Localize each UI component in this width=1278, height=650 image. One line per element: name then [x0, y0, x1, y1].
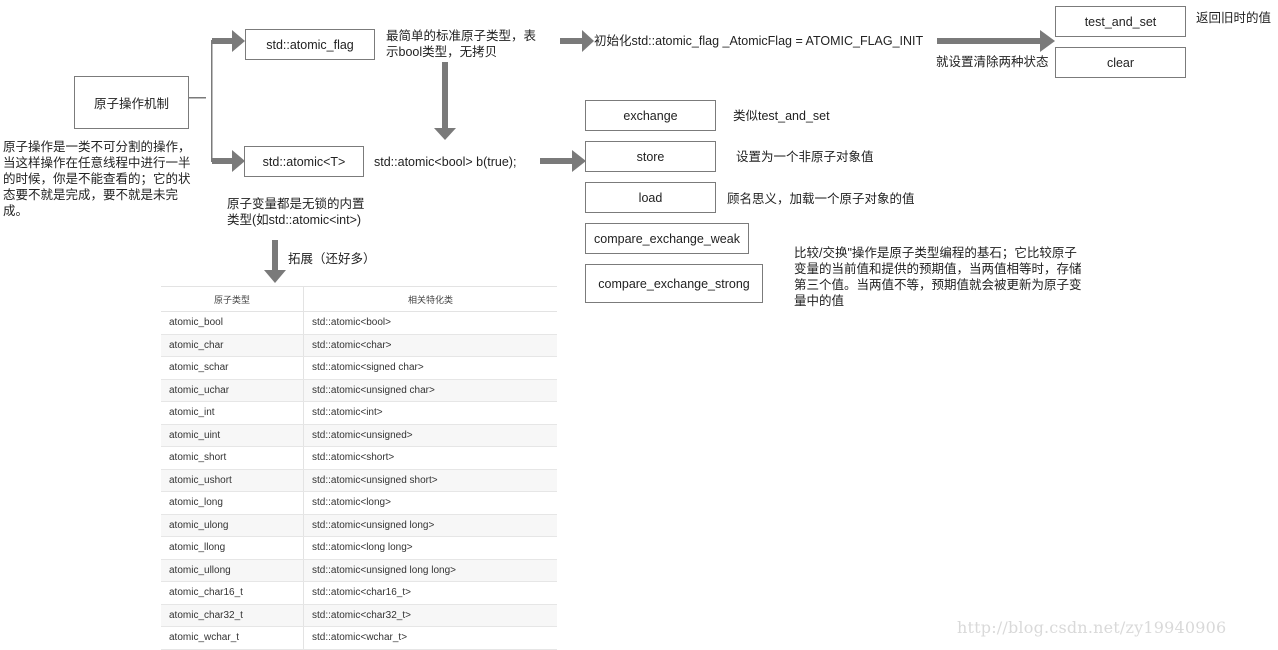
specialization-cell: std::atomic<unsigned char> [303, 379, 557, 402]
table-row: atomic_uint std::atomic<unsigned> [161, 424, 557, 447]
atomic-type-cell: atomic_char16_t [161, 581, 304, 605]
atomic-type-cell: atomic_bool [161, 311, 304, 335]
specialization-cell: std::atomic<long long> [303, 536, 557, 560]
op-exchange: exchange [585, 100, 716, 131]
op-compare-exchange-weak: compare_exchange_weak [585, 223, 749, 254]
arrow-down-to-atomic-bool-head [434, 128, 456, 140]
specialization-cell: std::atomic<unsigned short> [303, 469, 557, 492]
flag-op-label: test_and_set [1084, 14, 1157, 29]
table-row: atomic_char32_t std::atomic<char32_t> [161, 604, 557, 627]
atomic-flag-init: 初始化std::atomic_flag _AtomicFlag = ATOMIC… [594, 34, 924, 48]
atomic-type-cell: atomic_schar [161, 356, 304, 380]
op-store: store [585, 141, 716, 172]
table-header-row: 原子类型 相关特化类 [161, 286, 557, 312]
arrow-down-to-table-shaft [272, 240, 278, 270]
atomic-t-note: 原子变量都是无锁的内置 类型(如std::atomic<int>) [227, 197, 365, 227]
arrow-to-flag-ops-head [1040, 30, 1055, 52]
table-header: 原子类型 [161, 286, 304, 312]
atomic-type-cell: atomic_char32_t [161, 604, 304, 627]
atomic-type-cell: atomic_uchar [161, 379, 304, 402]
table-body: atomic_bool std::atomic<bool> atomic_char s… [161, 311, 557, 650]
table-row: atomic_uchar std::atomic<unsigned char> [161, 379, 557, 402]
table-row: atomic_schar std::atomic<signed char> [161, 356, 557, 380]
arrow-to-atomic-flag-head [232, 30, 245, 52]
specialization-cell: std::atomic<char16_t> [303, 581, 557, 605]
table-row: atomic_int std::atomic<int> [161, 401, 557, 425]
specialization-cell: std::atomic<char> [303, 334, 557, 357]
atomic-t-label: std::atomic<T> [262, 154, 346, 169]
arrow-to-flag-ops-shaft [937, 38, 1040, 44]
table-row: atomic_wchar_t std::atomic<wchar_t> [161, 626, 557, 650]
specialization-cell: std::atomic<wchar_t> [303, 626, 557, 650]
specialization-cell: std::atomic<long> [303, 491, 557, 515]
op-load: load [585, 182, 716, 213]
op-label: compare_exchange_strong [598, 276, 750, 291]
atomic-bool-example: std::atomic<bool> b(true); [374, 155, 517, 169]
root-title: 原子操作机制 [93, 97, 169, 111]
flag-op-test-and-set: test_and_set [1055, 6, 1186, 37]
specialization-cell: std::atomic<unsigned> [303, 424, 557, 447]
specialization-cell: std::atomic<char32_t> [303, 604, 557, 627]
specialization-cell: std::atomic<unsigned long long> [303, 559, 557, 582]
table-row: atomic_ulong std::atomic<unsigned long> [161, 514, 557, 537]
atomic-type-cell: atomic_llong [161, 536, 304, 560]
atomic-type-cell: atomic_ulong [161, 514, 304, 537]
flag-op-note: 返回旧时的值 [1196, 11, 1272, 25]
arrow-to-store-shaft [540, 158, 572, 164]
atomic-t-node: std::atomic<T> [244, 146, 364, 177]
atomic-flag-node: std::atomic_flag [245, 29, 375, 60]
atomic-type-cell: atomic_long [161, 491, 304, 515]
atomic-types-table: 原子类型 相关特化类 atomic_bool std::atomic<bool> a… [161, 286, 557, 650]
specialization-cell: std::atomic<signed char> [303, 356, 557, 380]
table-row: atomic_char16_t std::atomic<char16_t> [161, 581, 557, 605]
arrow-down-to-atomic-bool-shaft [442, 62, 448, 129]
atomic-type-cell: atomic_int [161, 401, 304, 425]
table-row: atomic_long std::atomic<long> [161, 491, 557, 515]
arrow-to-atomic-t-shaft [212, 158, 232, 164]
op-note: 设置为一个非原子对象值 [736, 150, 874, 164]
watermark: http://blog.csdn.net/zy19940906 [957, 618, 1227, 637]
root-connector-line [188, 97, 206, 99]
op-label: store [636, 149, 665, 164]
op-label: exchange [623, 108, 678, 123]
atomic-type-cell: atomic_char [161, 334, 304, 357]
op-label: compare_exchange_weak [594, 231, 740, 246]
root-node: 原子操作机制 [74, 76, 189, 129]
arrow-to-atomic-flag-shaft [212, 38, 232, 44]
table-row: atomic_ullong std::atomic<unsigned long l… [161, 559, 557, 582]
arrow-down-to-table-head [264, 270, 286, 283]
specialization-cell: std::atomic<unsigned long> [303, 514, 557, 537]
op-label: load [638, 190, 663, 205]
atomic-flag-init-note: 就设置清除两种状态 [936, 55, 1049, 69]
root-description: 原子操作是一类不可分割的操作， 当这样操作在任意线程中进行一半 的时候，你是不能… [3, 140, 191, 218]
specialization-cell: std::atomic<bool> [303, 311, 557, 335]
op-note: 类似test_and_set [733, 109, 830, 123]
flag-op-clear: clear [1055, 47, 1186, 78]
atomic-type-cell: atomic_wchar_t [161, 626, 304, 650]
atomic-type-cell: atomic_ushort [161, 469, 304, 492]
specialization-cell: std::atomic<short> [303, 446, 557, 470]
atomic-type-cell: atomic_ullong [161, 559, 304, 582]
op-compare-exchange-strong: compare_exchange_strong [585, 264, 763, 303]
atomic-type-cell: atomic_uint [161, 424, 304, 447]
atomic-type-cell: atomic_short [161, 446, 304, 470]
arrow-to-store-head [572, 150, 586, 172]
table-row: atomic_short std::atomic<short> [161, 446, 557, 470]
extend-label: 拓展（还好多） [288, 252, 376, 266]
table-row: atomic_ushort std::atomic<unsigned short> [161, 469, 557, 492]
atomic-flag-note: 最简单的标准原子类型，表 示bool类型，无拷贝 [386, 29, 537, 59]
flag-op-label: clear [1106, 55, 1135, 70]
table-row: atomic_llong std::atomic<long long> [161, 536, 557, 560]
arrow-to-init-head [582, 30, 594, 52]
op-note: 顾名思义，加载一个原子对象的值 [727, 192, 915, 206]
cas-note: 比较/交换"操作是原子类型编程的基石；它比较原子 变量的当前值和提供的预期值，当… [794, 246, 1082, 308]
table-row: atomic_bool std::atomic<bool> [161, 311, 557, 335]
atomic-flag-label: std::atomic_flag [266, 37, 354, 52]
specialization-cell: std::atomic<int> [303, 401, 557, 425]
table-row: atomic_char std::atomic<char> [161, 334, 557, 357]
table-header: 相关特化类 [303, 286, 557, 312]
